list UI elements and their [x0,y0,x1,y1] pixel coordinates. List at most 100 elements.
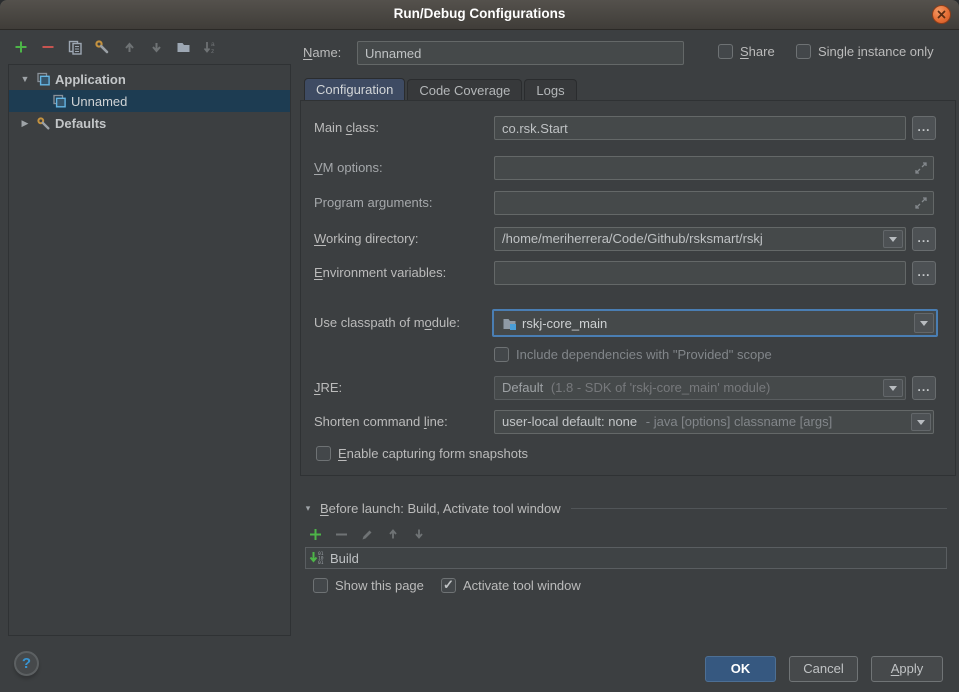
tree-item-label: Application [55,72,126,87]
move-down-icon[interactable] [411,526,427,542]
move-up-icon[interactable] [121,39,137,55]
before-launch-build-item[interactable]: 01 10 01 Build [305,547,947,569]
svg-text:z: z [211,48,214,55]
working-directory-dropdown-button[interactable] [883,230,903,248]
sort-alphabetically-icon[interactable]: a z [202,39,218,55]
name-input[interactable] [357,41,684,65]
activate-tool-window-checkbox[interactable]: Activate tool window [441,578,581,593]
section-divider [571,508,947,509]
run-debug-configurations-dialog: Run/Debug Configurations [0,0,959,692]
single-instance-checkbox-box[interactable] [796,44,811,59]
jre-dropdown-button[interactable] [883,379,903,397]
before-launch-section-header[interactable]: ▾ Before launch: Build, Activate tool wi… [302,501,947,516]
apply-button[interactable]: Apply [871,656,943,682]
single-instance-label: Single instance only [818,44,934,59]
jre-combobox[interactable]: Default (1.8 - SDK of 'rskj-core_main' m… [494,376,906,400]
tree-collapsed-icon[interactable]: ▶ [19,118,31,129]
expand-field-icon[interactable] [914,196,928,213]
question-mark-icon: ? [22,655,31,672]
share-checkbox[interactable]: Share [718,44,775,59]
activate-tool-window-checkbox-box[interactable] [441,578,456,593]
move-up-icon[interactable] [385,526,401,542]
shorten-command-line-label: Shorten command line: [314,410,448,434]
shorten-command-line-combobox[interactable]: user-local default: none - java [options… [494,410,934,434]
classpath-module-label: Use classpath of module: [314,311,460,335]
ok-button[interactable]: OK [705,656,776,682]
main-class-label: Main class: [314,116,379,140]
tree-expanded-icon[interactable]: ▼ [19,74,31,84]
main-class-input[interactable] [494,116,906,140]
new-folder-icon[interactable] [175,39,191,55]
jre-label: JRE: [314,376,342,400]
working-directory-combobox[interactable]: /home/meriherrera/Code/Github/rsksmart/r… [494,227,906,251]
working-directory-value: /home/meriherrera/Code/Github/rsksmart/r… [502,231,763,246]
share-label: Share [740,44,775,59]
vm-options-label: VM options: [314,156,383,180]
close-icon [936,9,947,20]
remove-icon[interactable] [333,526,349,542]
help-button[interactable]: ? [14,651,39,676]
cancel-button[interactable]: Cancel [789,656,858,682]
single-instance-checkbox[interactable]: Single instance only [796,44,934,59]
include-provided-checkbox-box[interactable] [494,347,509,362]
expand-field-icon[interactable] [914,161,928,178]
tab-bar: Configuration Code Coverage Logs [304,78,577,101]
classpath-module-combobox[interactable]: rskj-core_main [492,309,938,337]
add-icon[interactable] [307,526,323,542]
classpath-module-dropdown-button[interactable] [914,313,934,333]
environment-variables-browse-button[interactable]: ... [912,261,936,285]
form-snapshots-label: Enable capturing form snapshots [338,446,528,461]
title-bar[interactable]: Run/Debug Configurations [0,0,959,30]
show-this-page-label: Show this page [335,578,424,593]
tree-item-unnamed-selected[interactable]: Unnamed [9,90,290,112]
remove-icon[interactable] [40,39,56,55]
name-label: Name: [303,41,341,65]
shorten-command-line-value: user-local default: none [502,414,637,429]
edit-icon[interactable] [359,526,375,542]
tree-item-label: Unnamed [71,94,127,109]
share-checkbox-box[interactable] [718,44,733,59]
application-icon [35,71,51,87]
tab-logs[interactable]: Logs [524,79,576,101]
tree-item-defaults[interactable]: ▶ Defaults [9,112,290,134]
jre-browse-button[interactable]: ... [912,376,936,400]
jre-value-detail: (1.8 - SDK of 'rskj-core_main' module) [551,380,771,395]
environment-variables-label: Environment variables: [314,261,446,285]
tab-code-coverage[interactable]: Code Coverage [407,79,522,101]
working-directory-browse-button[interactable]: ... [912,227,936,251]
defaults-wrench-icon [35,115,51,131]
section-collapse-icon[interactable]: ▾ [302,503,314,514]
form-snapshots-checkbox[interactable]: Enable capturing form snapshots [316,446,528,461]
tree-item-label: Defaults [55,116,106,131]
chevron-down-icon [920,321,928,326]
edit-defaults-icon[interactable] [94,39,110,55]
chevron-down-icon [889,386,897,391]
application-icon [51,93,67,109]
build-item-label: Build [330,551,359,566]
include-provided-checkbox[interactable]: Include dependencies with "Provided" sco… [494,347,772,362]
configurations-tree: ▼ Application Unnamed ▶ [8,64,291,636]
main-class-browse-button[interactable]: ... [912,116,936,140]
move-down-icon[interactable] [148,39,164,55]
dialog-title: Run/Debug Configurations [0,6,959,21]
program-arguments-label: Program arguments: [314,191,433,215]
copy-icon[interactable] [67,39,83,55]
shorten-command-line-detail: - java [options] classname [args] [646,414,832,429]
program-arguments-input[interactable] [494,191,934,215]
form-snapshots-checkbox-box[interactable] [316,446,331,461]
module-icon [501,315,517,331]
svg-text:a: a [211,41,215,48]
tab-configuration[interactable]: Configuration [304,78,405,101]
shorten-command-line-dropdown-button[interactable] [911,413,931,431]
configuration-tab-panel: Main class: ... VM options: Program argu… [300,100,956,476]
close-button[interactable] [932,5,951,24]
configurations-toolbar: a z [13,39,218,55]
tree-item-application[interactable]: ▼ Application [9,68,290,90]
build-icon: 01 10 01 [309,550,325,566]
show-this-page-checkbox-box[interactable] [313,578,328,593]
environment-variables-input[interactable] [494,261,906,285]
show-this-page-checkbox[interactable]: Show this page [313,578,424,593]
add-icon[interactable] [13,39,29,55]
vm-options-input[interactable] [494,156,934,180]
before-launch-toolbar [307,526,427,542]
